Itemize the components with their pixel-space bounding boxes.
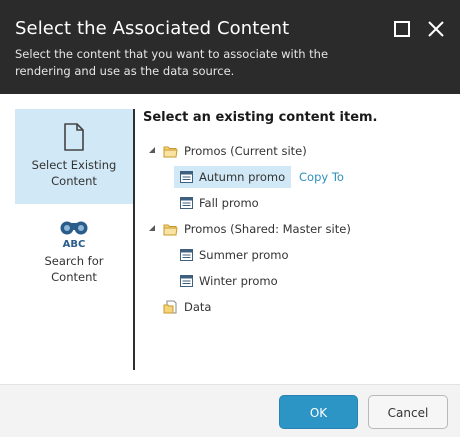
dialog-header: Select the Associated Content Select the…: [0, 0, 460, 94]
tree-node-label: Promos (Current site): [184, 144, 307, 158]
cancel-button[interactable]: Cancel: [368, 395, 448, 429]
tree-row-data: Data: [147, 296, 297, 318]
collapse-triangle-icon[interactable]: [147, 223, 157, 233]
folder-icon: [163, 146, 178, 157]
tree-row-folder: Promos (Shared: Master site): [147, 218, 447, 240]
rail-label-search: Search for Content: [44, 254, 104, 284]
tree-row-item: Summer promo: [147, 244, 297, 266]
rail-label-select-existing: Select Existing Content: [31, 158, 117, 188]
close-button[interactable]: [427, 20, 445, 38]
document-icon: [64, 123, 84, 151]
binoculars-abc-icon: ABC: [60, 221, 88, 249]
content-item-icon: [180, 249, 193, 261]
tree-node-folder[interactable]: Promos (Shared: Master site): [163, 218, 351, 240]
tree-node-item[interactable]: Winter promo: [180, 270, 278, 292]
content-source-rail: Select Existing Content ABC Search for C…: [15, 109, 133, 370]
dialog-subtitle: Select the content that you want to asso…: [15, 47, 329, 78]
svg-text:ABC: ABC: [63, 239, 86, 249]
data-folder-icon: [163, 300, 177, 314]
rail-divider: [133, 109, 135, 370]
ok-button[interactable]: OK: [279, 395, 358, 429]
tree-row-item: Winter promo: [147, 270, 297, 292]
tree-node-label: Summer promo: [199, 248, 289, 262]
tree-row-folder: Promos (Current site): [147, 140, 447, 162]
maximize-button[interactable]: [393, 20, 411, 38]
associated-content-dialog: Select the Associated Content Select the…: [0, 0, 460, 437]
dialog-footer: OK Cancel: [0, 384, 460, 437]
tree-row-item: Fall promo: [147, 192, 297, 214]
content-item-icon: [180, 197, 193, 209]
content-item-icon: [180, 171, 193, 183]
tree-node-label: Autumn promo: [199, 170, 286, 184]
tree-node-label: Fall promo: [199, 196, 259, 210]
tree-node-item[interactable]: Summer promo: [180, 244, 289, 266]
rail-item-search[interactable]: ABC Search for Content: [15, 217, 133, 297]
tree-row-item: Autumn promo: [147, 166, 297, 188]
tree-node-label: Winter promo: [199, 274, 278, 288]
rail-item-select-existing[interactable]: Select Existing Content: [15, 109, 133, 204]
folder-icon: [163, 224, 178, 235]
collapse-triangle-icon[interactable]: [147, 145, 157, 155]
close-icon: [428, 21, 444, 37]
tree-node-label: Data: [184, 300, 212, 314]
copy-to-link[interactable]: Copy To: [299, 170, 344, 184]
dialog-title: Select the Associated Content: [15, 18, 290, 39]
tree-node-item[interactable]: Fall promo: [180, 192, 259, 214]
tree-node-label: Promos (Shared: Master site): [184, 222, 351, 236]
section-heading: Select an existing content item.: [143, 110, 378, 125]
tree-node-item-selected[interactable]: Autumn promo: [174, 166, 292, 188]
maximize-icon: [394, 21, 410, 37]
tree-node-data[interactable]: Data: [163, 296, 211, 318]
tree-node-folder[interactable]: Promos (Current site): [163, 140, 307, 162]
content-item-icon: [180, 275, 193, 287]
